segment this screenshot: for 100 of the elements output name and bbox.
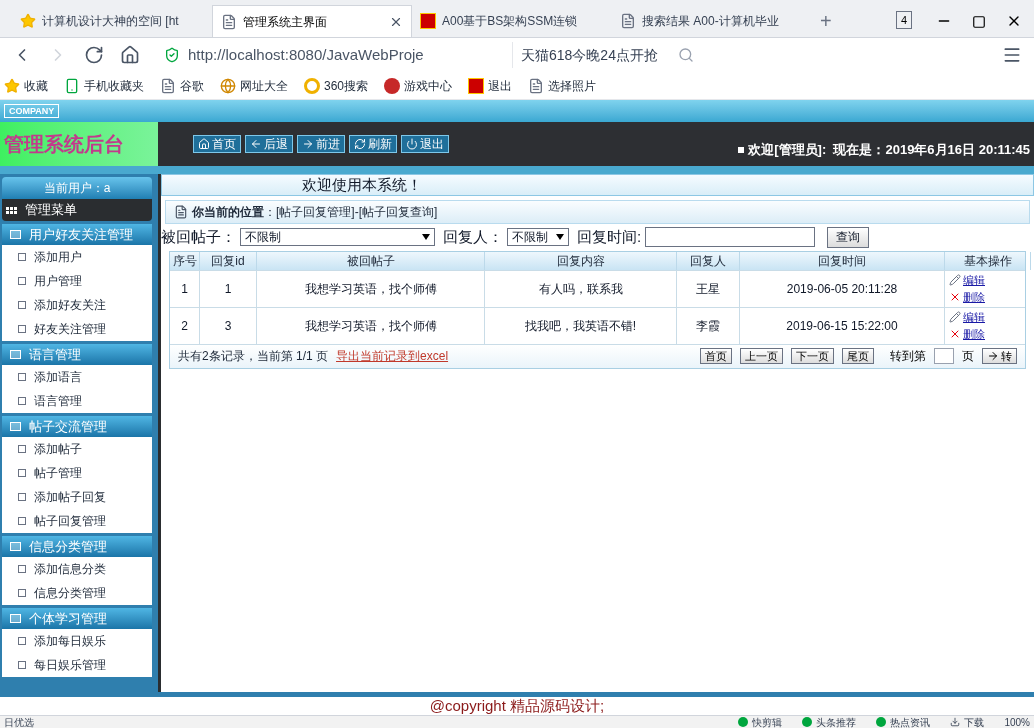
menu-item[interactable]: 添加每日娱乐 xyxy=(2,629,152,653)
bookmark-item[interactable]: 网址大全 xyxy=(220,76,288,95)
filter-label: 回复人： xyxy=(443,227,503,247)
refresh-icon xyxy=(354,138,366,150)
table-cell: 2019-06-15 15:22:00 xyxy=(740,307,945,344)
panel-icon xyxy=(10,614,21,623)
menu-item[interactable]: 添加帖子 xyxy=(2,437,152,461)
arrow-icon xyxy=(987,350,999,362)
browser-tab[interactable]: A00基于BS架构SSM连锁 xyxy=(412,5,612,37)
menu-group-header[interactable]: 语言管理 xyxy=(2,344,152,365)
menu-item[interactable]: 帖子管理 xyxy=(2,461,152,485)
nav-button[interactable]: 后退 xyxy=(245,135,293,153)
menu-item[interactable]: 用户管理 xyxy=(2,269,152,293)
address-field[interactable]: http://localhost:8080/JavaWebProje xyxy=(156,42,496,68)
page-icon xyxy=(528,77,545,94)
square-logo-icon xyxy=(468,77,485,94)
table-cell: 1 xyxy=(170,270,200,307)
phone-icon xyxy=(64,77,80,94)
menu-item[interactable]: 帖子回复管理 xyxy=(2,509,152,533)
star-icon xyxy=(20,13,36,29)
menu-item[interactable]: 添加语言 xyxy=(2,365,152,389)
welcome-text: 欢迎[管理员]: 现在是：2019年6月16日 20:11:45 xyxy=(748,141,1031,160)
go-button[interactable]: 转 xyxy=(982,348,1017,364)
menu-item[interactable]: 每日娱乐管理 xyxy=(2,653,152,677)
nav-button[interactable]: 退出 xyxy=(401,135,449,153)
tab-count-badge[interactable]: 4 xyxy=(895,10,912,29)
home-icon xyxy=(198,138,210,150)
nav-button[interactable]: 刷新 xyxy=(349,135,397,153)
reload-icon[interactable] xyxy=(84,45,104,65)
menu-item[interactable]: 添加帖子回复 xyxy=(2,485,152,509)
pager-button[interactable]: 尾页 xyxy=(842,348,874,364)
page-input[interactable] xyxy=(934,348,954,364)
bullet-icon xyxy=(738,147,745,153)
forward-arrow-icon xyxy=(302,138,314,150)
column-header: 基本操作 xyxy=(945,251,1031,270)
browser-tab[interactable]: 计算机设计大神的空间 [ht xyxy=(12,5,212,37)
column-header: 回复id xyxy=(200,251,257,270)
zoom-level[interactable]: 100% xyxy=(1004,716,1030,728)
table-cell: 我想学习英语，找个师傅 xyxy=(257,307,485,344)
menu-item[interactable]: 添加用户 xyxy=(2,245,152,269)
panel-icon xyxy=(10,230,21,239)
pager-button[interactable]: 上一页 xyxy=(740,348,783,364)
pager-button[interactable]: 首页 xyxy=(700,348,732,364)
post-select[interactable]: 不限制 xyxy=(240,228,435,247)
panel-icon xyxy=(10,422,21,431)
menu-item[interactable]: 添加信息分类 xyxy=(2,557,152,581)
menu-item[interactable]: 添加好友关注 xyxy=(2,293,152,317)
panel-icon xyxy=(10,542,21,551)
bookmark-item[interactable]: 谷歌 xyxy=(160,76,204,95)
square-icon xyxy=(18,637,26,645)
menu-item[interactable]: 好友关注管理 xyxy=(2,317,152,341)
time-input[interactable] xyxy=(645,227,816,248)
bookmark-item[interactable]: 游戏中心 xyxy=(384,76,453,95)
delete-link[interactable]: 删除 xyxy=(963,288,985,305)
export-link[interactable]: 导出当前记录到excel xyxy=(336,347,449,365)
status-item[interactable]: 头条推荐 xyxy=(802,716,857,728)
edit-link[interactable]: 编辑 xyxy=(963,272,985,289)
game-icon xyxy=(384,77,401,94)
page-icon xyxy=(620,13,636,29)
menu-item[interactable]: 信息分类管理 xyxy=(2,581,152,605)
search-field[interactable]: 天猫618今晚24点开抢 xyxy=(512,42,702,68)
page-icon xyxy=(174,205,188,219)
grid-icon xyxy=(6,206,17,214)
maximize-icon[interactable] xyxy=(972,15,986,29)
nav-button[interactable]: 首页 xyxy=(193,135,241,153)
pager-button[interactable]: 下一页 xyxy=(791,348,834,364)
edit-link[interactable]: 编辑 xyxy=(963,309,985,326)
status-item[interactable]: 热点资讯 xyxy=(876,716,931,728)
bookmark-item[interactable]: 退出 xyxy=(468,76,513,95)
filter-label: 被回帖子： xyxy=(161,227,236,247)
table-cell: 找我吧，我英语不错! xyxy=(485,307,677,344)
new-tab-button[interactable]: + xyxy=(812,5,840,37)
bookmark-item[interactable]: 收藏 xyxy=(4,76,48,95)
table-cell: 我想学习英语，找个师傅 xyxy=(257,270,485,307)
pencil-icon xyxy=(949,274,961,287)
status-item[interactable]: 下载 xyxy=(950,716,985,728)
status-item[interactable]: 快剪辑 xyxy=(738,716,783,728)
menu-icon[interactable] xyxy=(1002,45,1022,65)
delete-link[interactable]: 删除 xyxy=(963,325,985,342)
nav-button[interactable]: 前进 xyxy=(297,135,345,153)
menu-item[interactable]: 语言管理 xyxy=(2,389,152,413)
browser-tab[interactable]: 管理系统主界面 xyxy=(212,5,412,37)
search-button[interactable]: 查询 xyxy=(827,226,870,248)
bookmark-item[interactable]: 选择照片 xyxy=(528,76,597,95)
record-summary: 共有2条记录，当前第 1/1 页 xyxy=(178,348,329,365)
browser-tab[interactable]: 搜索结果 A00-计算机毕业 xyxy=(612,5,812,37)
replier-select[interactable]: 不限制 xyxy=(507,228,569,247)
home-icon[interactable] xyxy=(120,45,140,65)
bookmark-item[interactable]: 360搜索 xyxy=(304,76,369,95)
search-icon[interactable] xyxy=(678,47,694,63)
status-text: 日优选 xyxy=(4,716,34,728)
current-user-bar: 当前用户：a xyxy=(2,177,152,199)
dropdown-icon xyxy=(556,234,564,241)
panel-icon xyxy=(10,350,21,359)
column-header: 回复时间 xyxy=(740,251,945,270)
bookmark-item[interactable]: 手机收藏夹 xyxy=(64,76,144,95)
square-icon xyxy=(18,517,26,525)
globe-icon xyxy=(220,77,236,94)
back-arrow-icon xyxy=(250,138,262,150)
square-icon xyxy=(18,301,26,309)
